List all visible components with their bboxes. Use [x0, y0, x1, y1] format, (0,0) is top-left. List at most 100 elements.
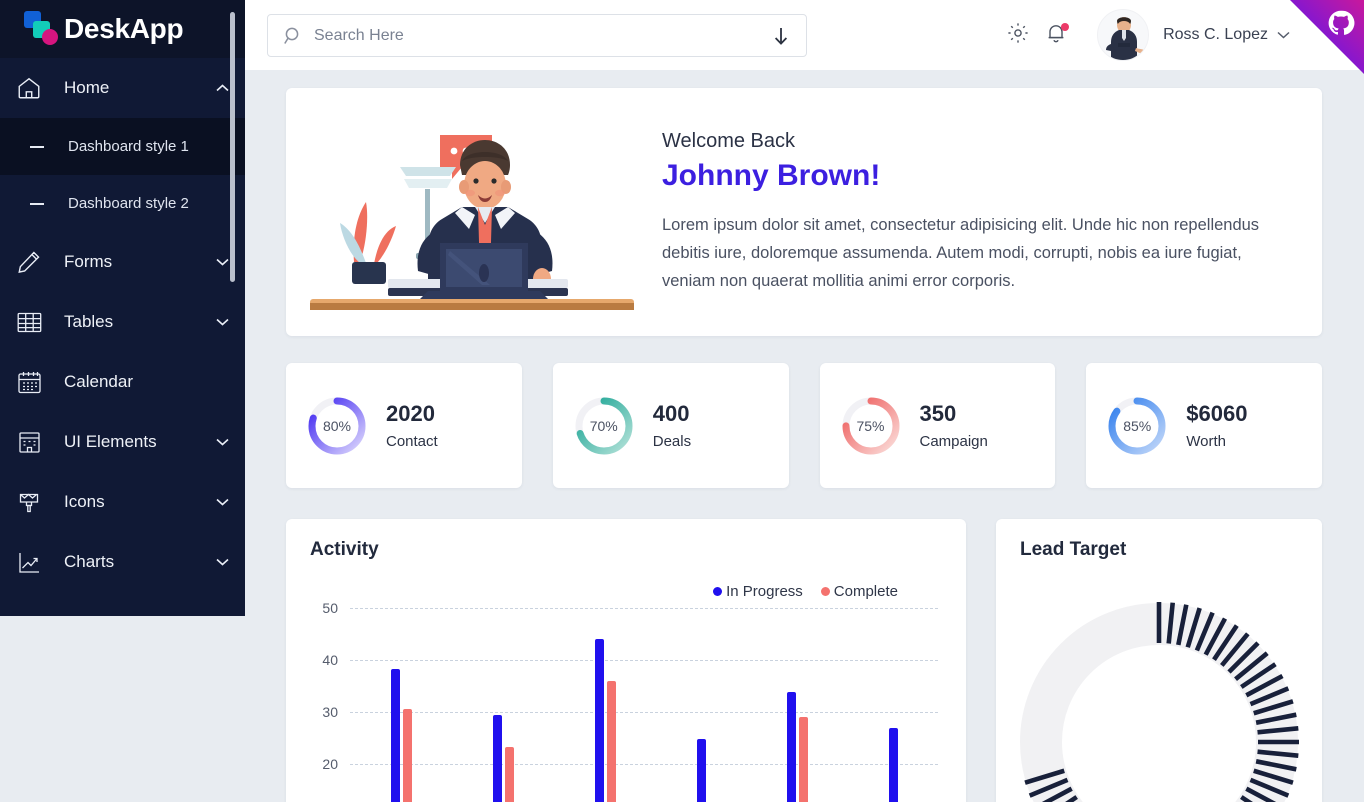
stat-card-worth[interactable]: 85% $6060 Worth	[1086, 363, 1322, 488]
arrow-down-icon[interactable]	[772, 25, 792, 47]
sidebar-item-label: Dashboard style 1	[68, 138, 189, 155]
sidebar-item-label: Tables	[64, 312, 114, 331]
chevron-down-icon[interactable]	[1277, 26, 1290, 44]
bar-complete[interactable]	[798, 716, 808, 802]
stat-text: $6060 Worth	[1186, 401, 1247, 450]
bar-in-progress[interactable]	[594, 639, 604, 802]
stat-label: Deals	[652, 433, 692, 450]
bar-group	[492, 608, 514, 802]
stat-value: 350	[919, 401, 957, 426]
sidebar-item-forms[interactable]: Forms	[0, 232, 245, 292]
bar-in-progress[interactable]	[696, 739, 706, 802]
donut-chart-contact: 80%	[306, 395, 368, 457]
dash-icon	[30, 202, 44, 205]
legend-item-complete[interactable]: Complete	[820, 583, 898, 600]
notification-badge	[1061, 23, 1070, 31]
donut-chart-deals: 70%	[573, 395, 635, 457]
sidebar-scrollbar-track[interactable]	[230, 6, 240, 552]
donut-chart-worth: 85%	[1106, 395, 1168, 457]
bar-complete[interactable]	[606, 681, 616, 802]
main-content: Welcome Back Johnny Brown! Lorem ipsum d…	[245, 70, 1364, 802]
chevron-down-icon[interactable]	[213, 438, 231, 446]
stat-text: 350 Campaign	[920, 401, 988, 450]
activity-bar-chart: 50 40 30 20	[310, 600, 942, 802]
sidebar-item-ui-elements[interactable]: UI Elements	[0, 412, 245, 472]
search-icon	[282, 25, 304, 47]
donut-chart-campaign: 75%	[840, 395, 902, 457]
search-box[interactable]	[267, 14, 807, 57]
chevron-down-icon[interactable]	[213, 558, 231, 566]
bar-in-progress[interactable]	[786, 692, 796, 802]
chevron-down-icon[interactable]	[213, 258, 231, 266]
sidebar-item-calendar[interactable]: Calendar	[0, 352, 245, 412]
sidebar-item-dashboard-style-2[interactable]: Dashboard style 2	[0, 175, 245, 232]
user-name: Ross C. Lopez	[1163, 26, 1268, 43]
stat-text: 2020 Contact	[386, 401, 438, 450]
bar-group	[888, 608, 898, 802]
welcome-user-name: Johnny Brown!	[662, 158, 881, 192]
bar-complete[interactable]	[504, 747, 514, 802]
welcome-greeting: Welcome Back	[662, 129, 796, 152]
desk-worker-illustration	[292, 107, 652, 317]
lead-target-title: Lead Target	[1020, 539, 1127, 560]
github-corner-link[interactable]	[1290, 0, 1364, 74]
chevron-down-icon[interactable]	[213, 498, 231, 506]
donut-percent: 70%	[589, 417, 618, 434]
activity-title: Activity	[310, 539, 379, 560]
sidebar-item-label: Icons	[64, 492, 105, 511]
donut-percent: 75%	[856, 417, 885, 434]
brand-name: DeskApp	[64, 13, 184, 44]
y-tick: 50	[322, 600, 338, 616]
sidebar-item-label: Charts	[64, 552, 115, 571]
sidebar-item-icons[interactable]: Icons	[0, 472, 245, 532]
bar-in-progress[interactable]	[390, 668, 400, 802]
header-actions: Ross C. Lopez	[999, 0, 1290, 70]
stats-row: 80% 2020 Contact 70% 400 Deals 75% 350 C…	[286, 363, 1322, 488]
bar-in-progress[interactable]	[888, 728, 898, 802]
notifications-button[interactable]	[1037, 16, 1075, 54]
donut-percent: 80%	[322, 417, 352, 434]
github-icon	[1327, 9, 1355, 42]
legend-dot-complete	[820, 587, 830, 596]
sidebar-nav: Home Dashboard style 1 Dashboard style 2	[0, 58, 245, 616]
brand[interactable]: DeskApp	[0, 0, 245, 58]
pencil-icon	[14, 247, 44, 277]
activity-card: Activity In Progress Complete 50 40 30 2…	[286, 519, 966, 802]
bar-group	[696, 608, 706, 802]
sidebar-item-label: Home	[64, 78, 110, 97]
chart-line-icon	[14, 547, 44, 577]
sidebar-item-home[interactable]: Home	[0, 58, 245, 118]
stat-value: 400	[652, 401, 690, 426]
chart-plot-area	[350, 608, 938, 802]
sidebar-item-label: UI Elements	[64, 432, 157, 451]
user-menu[interactable]: Ross C. Lopez	[1097, 9, 1290, 61]
stat-label: Contact	[386, 433, 438, 450]
sidebar-item-label: Calendar	[64, 372, 133, 391]
stat-card-deals[interactable]: 70% 400 Deals	[552, 363, 789, 488]
bar-group	[594, 608, 616, 802]
legend-item-in-progress[interactable]: In Progress	[713, 583, 803, 600]
search-input[interactable]	[314, 26, 772, 45]
stat-value: 2020	[386, 401, 435, 426]
sidebar-scrollbar-thumb[interactable]	[230, 12, 235, 282]
stat-card-contact[interactable]: 80% 2020 Contact	[286, 363, 522, 488]
header: Ross C. Lopez	[245, 0, 1364, 70]
chevron-up-icon[interactable]	[213, 84, 231, 92]
bar-group	[786, 608, 808, 802]
y-tick: 30	[322, 704, 338, 720]
donut-percent: 85%	[1123, 417, 1152, 434]
settings-button[interactable]	[999, 16, 1037, 54]
calendar-icon	[14, 367, 44, 397]
bar-in-progress[interactable]	[492, 714, 502, 802]
sidebar-item-charts[interactable]: Charts	[0, 532, 245, 592]
chevron-down-icon[interactable]	[213, 318, 231, 326]
lead-target-gauge	[996, 597, 1322, 802]
sidebar-item-dashboard-style-1[interactable]: Dashboard style 1	[0, 118, 245, 175]
building-icon	[14, 427, 44, 457]
sidebar-item-tables[interactable]: Tables	[0, 292, 245, 352]
stat-card-campaign[interactable]: 75% 350 Campaign	[819, 363, 1056, 488]
dashboard-page: DeskApp Home Dashboard style 1 Dashboard…	[0, 0, 1364, 802]
bar-complete[interactable]	[402, 708, 412, 802]
brush-icon	[14, 487, 44, 517]
welcome-card: Welcome Back Johnny Brown! Lorem ipsum d…	[286, 88, 1322, 336]
